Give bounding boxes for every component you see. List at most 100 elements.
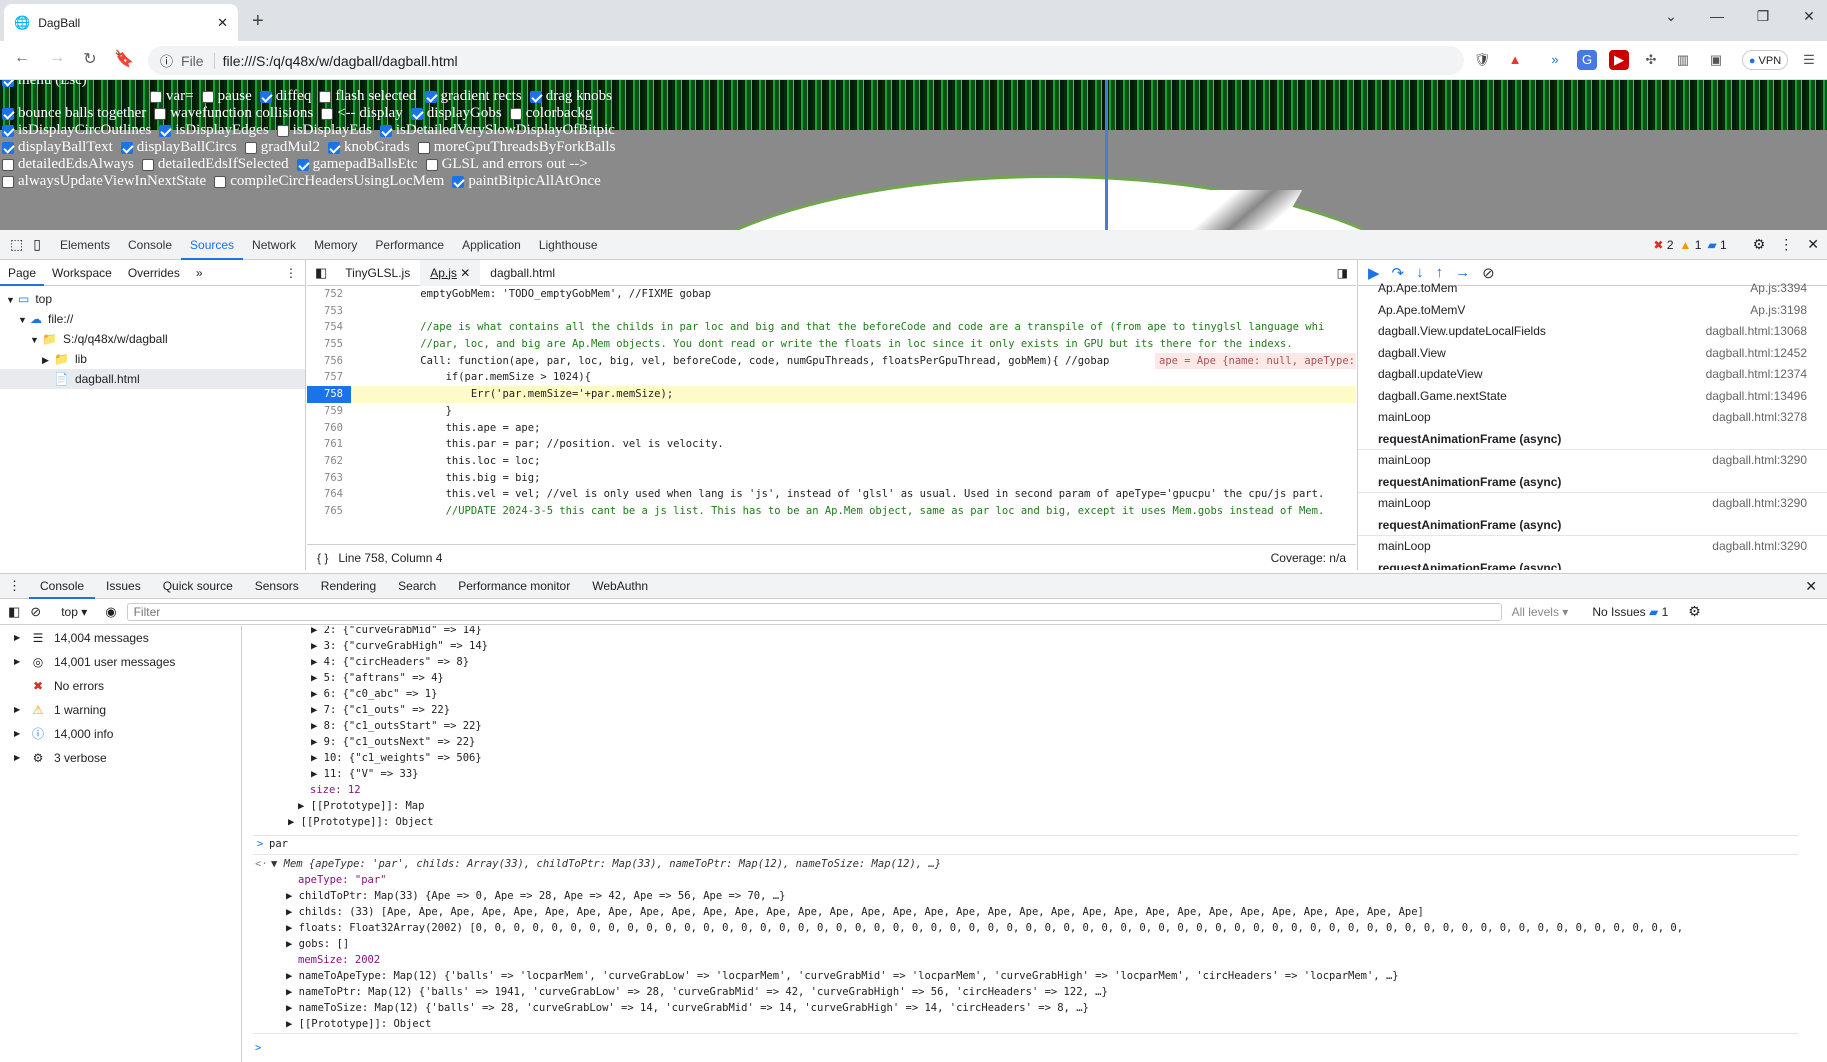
object-property[interactable]: ▶ childToPtr: Map(33) {Ape => 0, Ape => …: [286, 888, 785, 904]
line-number[interactable]: 761: [307, 436, 351, 453]
console-sidebar-item[interactable]: ✖ No errors: [0, 674, 241, 698]
checkbox-box[interactable]: [2, 175, 14, 188]
code-line[interactable]: 765 //UPDATE 2024-3-5 this cant be a js …: [307, 503, 1356, 520]
back-icon[interactable]: ←: [10, 49, 34, 67]
code-line[interactable]: 760 this.ape = ape;: [307, 420, 1356, 437]
call-frame[interactable]: mainLoop dagball.html:3290: [1358, 450, 1827, 472]
nav-tab-workspace[interactable]: Workspace: [44, 260, 120, 286]
checkbox-box[interactable]: [2, 107, 14, 120]
console-entry[interactable]: ▶ 11: {"V" => 33}: [311, 766, 418, 782]
line-number[interactable]: 763: [307, 470, 351, 487]
line-number[interactable]: 764: [307, 486, 351, 503]
option-checkbox[interactable]: isDisplayEds: [276, 122, 372, 139]
console-entry[interactable]: size: 12: [310, 782, 361, 798]
call-frame[interactable]: dagball.Game.nextState dagball.html:13496: [1358, 386, 1827, 408]
checkbox-box[interactable]: [276, 124, 289, 137]
toggle-navigator-icon[interactable]: ◧: [307, 265, 335, 281]
option-checkbox[interactable]: var=: [150, 88, 194, 105]
nav-tab-overrides[interactable]: Overrides: [120, 260, 188, 286]
more-tabs-icon[interactable]: »: [188, 260, 211, 286]
drawer-tab[interactable]: Quick source: [152, 573, 244, 599]
code-line[interactable]: 758 Err('par.memSize='+par.memSize);: [307, 386, 1356, 403]
minimize-button[interactable]: —: [1702, 8, 1732, 24]
nav-menu-icon[interactable]: ⋮: [277, 260, 305, 286]
option-checkbox[interactable]: isDisplayEdges: [159, 122, 269, 139]
close-window-button[interactable]: ✕: [1794, 8, 1824, 25]
console-entry[interactable]: ▶ 9: {"c1_outsNext" => 22}: [311, 734, 475, 750]
extensions-puzzle-icon[interactable]: ✣: [1641, 50, 1661, 70]
line-number[interactable]: 752: [307, 286, 351, 303]
warning-count-icon[interactable]: ▲ 1: [1680, 238, 1702, 252]
pretty-print-icon[interactable]: { }: [317, 551, 328, 565]
line-number[interactable]: 754: [307, 319, 351, 336]
option-checkbox[interactable]: drag knobs: [529, 88, 612, 105]
checkbox-box[interactable]: [159, 124, 172, 137]
device-toolbar-icon[interactable]: ▯: [29, 236, 51, 253]
line-number[interactable]: 753: [307, 303, 351, 320]
checkbox-box[interactable]: [296, 158, 309, 171]
checkbox-box[interactable]: [410, 107, 423, 120]
tree-item[interactable]: ▼ 📁 S:/q/q48x/w/dagball: [0, 329, 305, 349]
line-number[interactable]: 758: [307, 386, 351, 403]
object-property[interactable]: ▶ childs: (33) [Ape, Ape, Ape, Ape, Ape,…: [286, 904, 1424, 920]
checkbox-box[interactable]: [2, 158, 14, 171]
line-number[interactable]: 765: [307, 503, 351, 520]
sidebar-icon[interactable]: ▥: [1673, 50, 1693, 70]
frame-location[interactable]: dagball.html:3278: [1712, 407, 1807, 429]
forward-icon[interactable]: →: [45, 49, 69, 67]
checkbox-box[interactable]: [379, 124, 392, 137]
console-entry[interactable]: ▶ 6: {"c0_abc" => 1}: [311, 686, 437, 702]
expand-arrow-icon[interactable]: ▶: [14, 698, 22, 722]
checkbox-box[interactable]: [424, 90, 437, 103]
drawer-tab[interactable]: WebAuthn: [581, 573, 659, 599]
toggle-debugger-icon[interactable]: ◨: [1337, 266, 1356, 280]
option-checkbox[interactable]: GLSL and errors out -->: [425, 156, 588, 173]
address-bar[interactable]: ⓘ File file:///S:/q/q48x/w/dagball/dagba…: [148, 46, 1464, 75]
call-frame[interactable]: Ap.Ape.toMemV Ap.js:3198: [1358, 300, 1827, 322]
checkbox-box[interactable]: [244, 141, 257, 154]
menu-icon[interactable]: ☰: [1799, 50, 1819, 70]
option-checkbox[interactable]: moreGpuThreadsByForkBalls: [417, 139, 615, 156]
call-frame[interactable]: mainLoop dagball.html:3290: [1358, 536, 1827, 558]
frame-location[interactable]: dagball.html:3290: [1712, 493, 1807, 515]
checkbox-box[interactable]: [452, 175, 465, 188]
checkbox-box[interactable]: [425, 158, 438, 171]
line-number[interactable]: 759: [307, 403, 351, 420]
option-checkbox[interactable]: pause: [201, 88, 252, 105]
page-viewport[interactable]: menu (Esc) var= pause diffeq flash selected g…: [0, 80, 1827, 230]
extension-icon[interactable]: »: [1545, 50, 1565, 70]
option-checkbox[interactable]: isDisplayCircOutlines: [2, 122, 151, 139]
tab-search-icon[interactable]: ⌄: [1656, 8, 1686, 25]
settings-gear-icon[interactable]: ⚙: [1753, 236, 1766, 253]
clear-console-icon[interactable]: ⊘: [30, 604, 41, 620]
call-frame[interactable]: dagball.updateView dagball.html:12374: [1358, 364, 1827, 386]
drawer-menu-icon[interactable]: ⋮: [0, 578, 29, 594]
console-sidebar-item[interactable]: ▶ ☰ 14,004 messages: [0, 626, 241, 650]
drawer-tab[interactable]: Search: [387, 573, 447, 599]
step-icon[interactable]: →: [1455, 264, 1470, 281]
expand-arrow-icon[interactable]: ▶: [42, 350, 54, 370]
expand-arrow-icon[interactable]: ▼: [6, 290, 18, 310]
frame-location[interactable]: dagball.html:13496: [1706, 386, 1807, 408]
object-property[interactable]: ▶ nameToApeType: Map(12) {'balls' => 'lo…: [286, 968, 1399, 984]
call-frame[interactable]: mainLoop dagball.html:3290: [1358, 493, 1827, 515]
tree-item[interactable]: ▶ 📁 lib: [0, 349, 305, 369]
console-entry[interactable]: ▶ 4: {"circHeaders" => 8}: [311, 654, 469, 670]
info-icon[interactable]: ⓘ: [160, 51, 173, 70]
tree-item[interactable]: ▼ ▭ top: [0, 289, 305, 309]
issues-indicator[interactable]: No Issues ▰ 1: [1592, 605, 1668, 619]
option-checkbox[interactable]: bounce balls together: [2, 105, 146, 122]
code-line[interactable]: 756 Call: function(ape, par, loc, big, v…: [307, 352, 1356, 370]
error-count-icon[interactable]: ✖ 2: [1653, 238, 1673, 252]
option-checkbox[interactable]: gradMul2: [244, 139, 320, 156]
checkbox-box[interactable]: [2, 141, 14, 154]
expand-arrow-icon[interactable]: ▼: [30, 330, 42, 350]
close-tab-icon[interactable]: ✕: [457, 266, 470, 280]
expand-arrow-icon[interactable]: ▼: [18, 310, 30, 330]
code-line[interactable]: 763 this.big = big;: [307, 470, 1356, 487]
devtools-tab-network[interactable]: Network: [243, 230, 305, 260]
checkbox-box[interactable]: [154, 107, 167, 120]
brave-shield-icon[interactable]: 🛡: [1472, 50, 1492, 70]
console-command[interactable]: par: [269, 836, 288, 852]
console-entry[interactable]: ▶ 7: {"c1_outs" => 22}: [311, 702, 450, 718]
